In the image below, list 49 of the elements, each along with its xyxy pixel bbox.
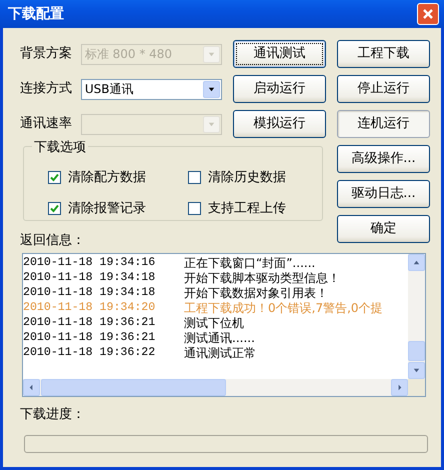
button[interactable]: 模拟运行 (233, 110, 326, 138)
log-timestamp: 2010-11-18 19:34:18 (23, 270, 156, 286)
field-label: 连接方式 (20, 80, 73, 98)
log-timestamp: 2010-11-18 19:36:21 (23, 330, 156, 346)
log-message: 通讯测试正常 (184, 344, 256, 362)
dropdown-field[interactable]: USB通讯 (80, 78, 222, 100)
button[interactable]: 高级操作... (337, 145, 430, 173)
scroll-thumb[interactable] (408, 341, 425, 361)
horizontal-scrollbar[interactable] (23, 379, 408, 396)
checkbox[interactable] (48, 170, 61, 184)
button[interactable]: 工程下载 (337, 40, 430, 68)
button[interactable]: 启动运行 (233, 75, 326, 103)
scroll-right-icon[interactable] (391, 379, 408, 396)
scroll-down-icon[interactable] (408, 362, 425, 379)
close-icon (422, 8, 434, 20)
log-message: 测试下位机 (184, 314, 244, 332)
scroll-thumb[interactable] (41, 379, 226, 396)
log-timestamp: 2010-11-18 19:36:21 (23, 314, 156, 331)
progress-label: 下载进度： (20, 406, 86, 424)
close-button[interactable] (417, 3, 439, 25)
button[interactable]: 驱动日志... (337, 180, 430, 208)
log-timestamp: 2010-11-18 19:34:20 (23, 300, 156, 316)
log-message: 工程下载成功！0个错误,7警告,0个提 (184, 300, 383, 316)
window-title: 下载配置 (8, 4, 64, 24)
button[interactable]: 确定 (337, 215, 430, 243)
scrollbar-corner (408, 379, 425, 396)
checkbox-label[interactable]: 支持工程上传 (208, 199, 286, 218)
log-timestamp: 2010-11-18 19:34:18 (23, 284, 156, 301)
scroll-up-icon[interactable] (408, 254, 425, 271)
checkbox[interactable] (188, 202, 201, 216)
field-label: 背景方案 (20, 45, 73, 64)
field-label: 通讯速率 (20, 115, 73, 134)
log-message: 测试通讯...... (184, 330, 255, 346)
log-message: 开始下载脚本驱动类型信息！ (184, 270, 340, 286)
checkbox[interactable] (48, 202, 61, 216)
button[interactable]: 连机运行 (337, 110, 430, 138)
button[interactable]: 通讯测试 (233, 40, 326, 68)
vertical-scrollbar[interactable] (408, 254, 425, 379)
log-timestamp: 2010-11-18 19:36:22 (23, 344, 156, 361)
scroll-left-icon[interactable] (23, 379, 40, 396)
log-message: 开始下载数据对象引用表！ (184, 284, 328, 302)
log-timestamp: 2010-11-18 19:34:16 (23, 254, 156, 271)
checkbox-label[interactable]: 清除报警记录 (68, 199, 146, 218)
log-message: 正在下载窗口“封面”...... (184, 254, 316, 272)
button[interactable]: 停止运行 (337, 75, 430, 103)
checkbox-label[interactable]: 清除配方数据 (68, 168, 146, 187)
checkbox-label[interactable]: 清除历史数据 (208, 168, 286, 187)
checkbox[interactable] (188, 170, 201, 184)
section-label: 返回信息： (20, 232, 86, 250)
